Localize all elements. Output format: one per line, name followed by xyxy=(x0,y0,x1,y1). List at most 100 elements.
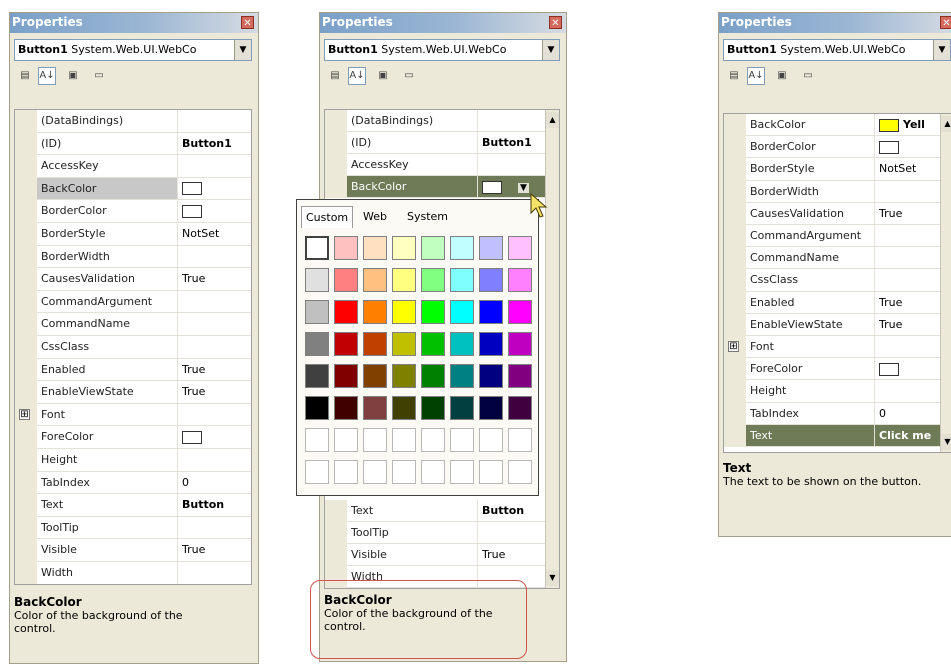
chevron-down-icon[interactable]: ▼ xyxy=(542,40,559,60)
property-value[interactable]: True xyxy=(874,202,940,225)
property-row[interactable]: BorderStyle NotSet xyxy=(724,158,940,181)
scroll-up-icon[interactable]: ▲ xyxy=(546,112,559,128)
chevron-down-icon[interactable]: ▼ xyxy=(518,183,529,193)
property-value[interactable] xyxy=(177,426,251,449)
property-value[interactable]: Yell xyxy=(874,114,940,137)
color-cell[interactable] xyxy=(334,332,358,356)
scrollbar[interactable]: ▲ ▼ xyxy=(545,110,559,588)
color-cell[interactable] xyxy=(450,236,474,260)
close-icon[interactable]: ✕ xyxy=(241,16,254,29)
property-value[interactable] xyxy=(477,110,545,132)
properties-icon[interactable]: ▣ xyxy=(773,67,791,85)
color-cell[interactable] xyxy=(334,300,358,324)
property-value[interactable]: NotSet xyxy=(874,158,940,181)
property-row[interactable]: CssClass xyxy=(724,269,940,292)
color-cell[interactable] xyxy=(334,396,358,420)
property-row[interactable]: Enabled True xyxy=(724,291,940,314)
alphabetical-icon[interactable]: A↓ xyxy=(348,67,366,85)
color-cell[interactable] xyxy=(305,332,329,356)
tab-custom[interactable]: Custom xyxy=(301,206,354,228)
color-cell[interactable] xyxy=(421,236,445,260)
color-cell[interactable] xyxy=(421,428,445,452)
property-value[interactable] xyxy=(477,154,545,176)
events-icon[interactable]: ▭ xyxy=(400,67,418,85)
color-cell[interactable] xyxy=(363,428,387,452)
color-cell[interactable] xyxy=(450,428,474,452)
color-cell[interactable] xyxy=(363,364,387,388)
property-row[interactable]: ToolTip xyxy=(325,522,545,544)
property-value[interactable] xyxy=(874,180,940,203)
tab-system[interactable]: System xyxy=(403,206,452,228)
color-cell[interactable] xyxy=(508,364,532,388)
scroll-down-icon[interactable]: ▼ xyxy=(941,434,951,450)
property-value[interactable]: Button xyxy=(177,494,251,517)
color-cell[interactable] xyxy=(392,428,416,452)
color-cell[interactable] xyxy=(363,396,387,420)
property-row[interactable]: (DataBindings) xyxy=(15,110,251,133)
property-row[interactable]: ForeColor xyxy=(15,426,251,449)
property-value[interactable] xyxy=(874,269,940,292)
property-row[interactable]: CssClass xyxy=(15,336,251,359)
property-row[interactable]: (ID) Button1 xyxy=(15,132,251,156)
color-cell[interactable] xyxy=(421,364,445,388)
scroll-down-icon[interactable]: ▼ xyxy=(546,570,559,586)
property-row[interactable]: EnableViewState True xyxy=(724,313,940,336)
property-value[interactable] xyxy=(477,522,545,544)
property-value[interactable] xyxy=(177,403,251,427)
events-icon[interactable]: ▭ xyxy=(90,67,108,85)
property-row[interactable]: BorderWidth xyxy=(724,180,940,203)
property-value[interactable] xyxy=(177,200,251,223)
property-row[interactable]: Visible True xyxy=(15,539,251,562)
color-cell[interactable] xyxy=(334,268,358,292)
color-cell[interactable] xyxy=(421,300,445,324)
object-selector[interactable]: Button1 System.Web.UI.WebCo ▼ xyxy=(14,39,252,61)
scrollbar[interactable]: ▲ ▼ xyxy=(940,114,951,452)
color-cell[interactable] xyxy=(508,428,532,452)
color-cell[interactable] xyxy=(508,396,532,420)
property-row[interactable]: CommandName xyxy=(724,247,940,270)
property-value[interactable] xyxy=(177,245,251,269)
property-value[interactable] xyxy=(177,313,251,336)
color-cell[interactable] xyxy=(392,236,416,260)
object-selector[interactable]: Button1 System.Web.UI.WebCo ▼ xyxy=(324,39,560,61)
property-value[interactable] xyxy=(177,449,251,472)
property-row[interactable]: ToolTip xyxy=(15,516,251,540)
property-value[interactable]: Button1 xyxy=(477,132,545,154)
color-cell[interactable] xyxy=(508,332,532,356)
color-cell[interactable] xyxy=(450,364,474,388)
chevron-down-icon[interactable]: ▼ xyxy=(933,40,950,60)
color-cell[interactable] xyxy=(508,300,532,324)
color-cell[interactable] xyxy=(305,428,329,452)
property-row[interactable]: BackColor ▼ xyxy=(325,176,545,198)
expand-icon[interactable]: ⊞ xyxy=(19,408,30,420)
color-cell[interactable] xyxy=(479,428,503,452)
property-row[interactable]: BackColor Yell xyxy=(724,114,940,137)
property-row[interactable]: ⊞ Font xyxy=(724,336,940,359)
color-cell[interactable] xyxy=(392,396,416,420)
color-cell[interactable] xyxy=(450,300,474,324)
color-cell[interactable] xyxy=(305,364,329,388)
property-value[interactable] xyxy=(874,136,940,159)
properties-icon[interactable]: ▣ xyxy=(64,67,82,85)
property-value[interactable] xyxy=(874,225,940,248)
property-row[interactable]: AccessKey xyxy=(325,154,545,176)
close-icon[interactable]: ✕ xyxy=(940,16,951,29)
scroll-up-icon[interactable]: ▲ xyxy=(941,116,951,132)
color-cell[interactable] xyxy=(479,236,503,260)
color-cell[interactable] xyxy=(392,460,416,484)
property-row[interactable]: Text Button xyxy=(15,494,251,517)
property-value[interactable]: True xyxy=(477,544,545,566)
property-row[interactable]: Visible True xyxy=(325,544,545,566)
color-cell[interactable] xyxy=(334,460,358,484)
property-value[interactable] xyxy=(874,380,940,403)
color-cell[interactable] xyxy=(363,460,387,484)
property-value[interactable]: 0 xyxy=(177,471,251,495)
color-cell[interactable] xyxy=(479,332,503,356)
property-value[interactable] xyxy=(177,562,251,584)
property-value[interactable]: Click me xyxy=(874,424,940,447)
property-value[interactable] xyxy=(177,290,251,314)
property-value[interactable]: True xyxy=(177,539,251,562)
color-cell[interactable] xyxy=(508,460,532,484)
property-row[interactable]: CommandArgument xyxy=(15,290,251,314)
color-cell[interactable] xyxy=(479,300,503,324)
